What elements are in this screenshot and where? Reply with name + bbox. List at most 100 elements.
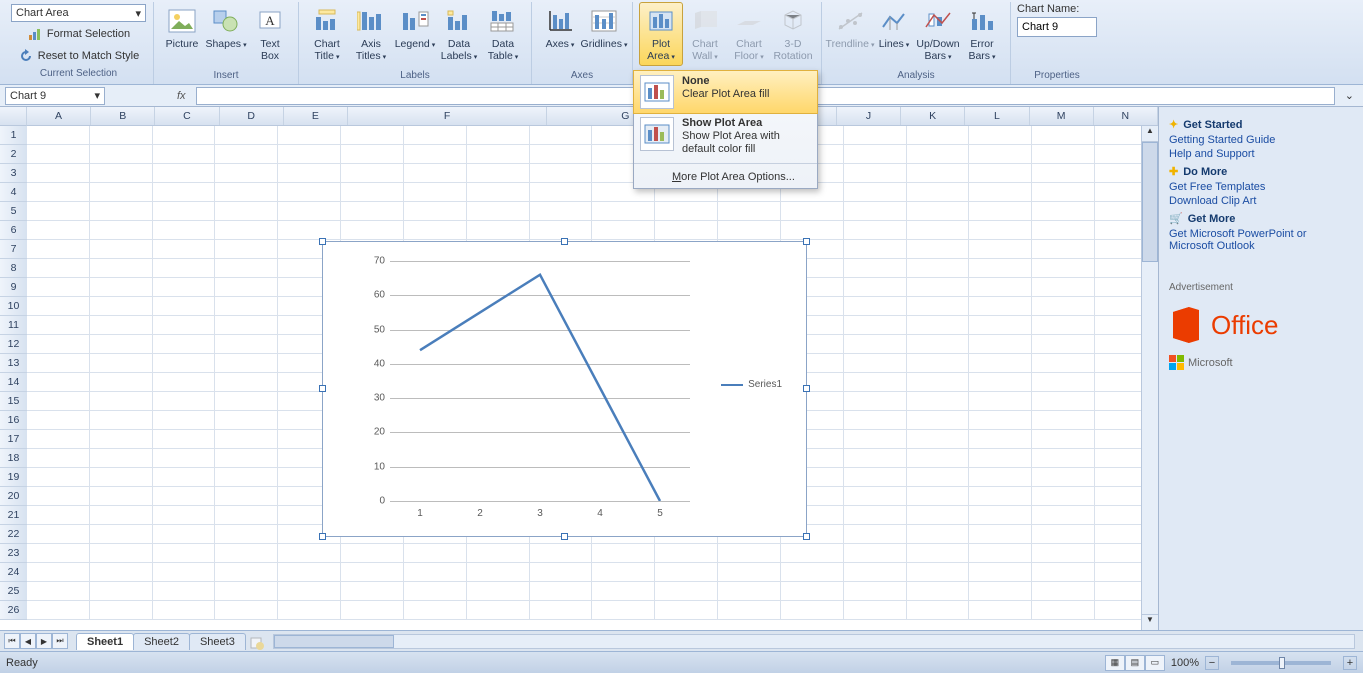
cell[interactable] <box>90 259 153 278</box>
format-selection-button[interactable]: Format Selection <box>25 24 132 44</box>
cell[interactable] <box>969 430 1032 449</box>
cell[interactable] <box>153 240 216 259</box>
cell[interactable] <box>27 221 90 240</box>
sheet-tab[interactable]: Sheet3 <box>189 633 246 650</box>
cell[interactable] <box>907 297 970 316</box>
cell[interactable] <box>153 525 216 544</box>
cell[interactable] <box>153 259 216 278</box>
cell[interactable] <box>341 164 404 183</box>
sheet-tab[interactable]: Sheet2 <box>133 633 190 650</box>
cell[interactable] <box>969 392 1032 411</box>
cell[interactable] <box>341 582 404 601</box>
cell[interactable] <box>969 335 1032 354</box>
cell[interactable] <box>27 392 90 411</box>
cell[interactable] <box>844 563 907 582</box>
sheet-tab[interactable]: Sheet1 <box>76 633 134 650</box>
chart-name-input[interactable] <box>1017 17 1097 37</box>
row-header[interactable]: 2 <box>0 145 27 164</box>
cell[interactable] <box>907 126 970 145</box>
cell[interactable] <box>1032 259 1095 278</box>
cell[interactable] <box>1032 506 1095 525</box>
cell[interactable] <box>1032 297 1095 316</box>
cell[interactable] <box>969 259 1032 278</box>
tp-link-powerpoint[interactable]: Get Microsoft PowerPoint or Microsoft Ou… <box>1169 228 1353 252</box>
row-header[interactable]: 16 <box>0 411 27 430</box>
cell[interactable] <box>27 582 90 601</box>
cell[interactable] <box>844 392 907 411</box>
axes-button[interactable]: Axes <box>538 2 582 66</box>
cell[interactable] <box>907 335 970 354</box>
cell[interactable] <box>215 297 278 316</box>
cell[interactable] <box>655 582 718 601</box>
cell[interactable] <box>278 221 341 240</box>
cell[interactable] <box>844 221 907 240</box>
cell[interactable] <box>530 164 593 183</box>
cell[interactable] <box>90 373 153 392</box>
cell[interactable] <box>90 335 153 354</box>
cell[interactable] <box>341 544 404 563</box>
cell[interactable] <box>153 297 216 316</box>
cell[interactable] <box>718 221 781 240</box>
col-header[interactable]: M <box>1030 107 1094 125</box>
cell[interactable] <box>844 164 907 183</box>
cell[interactable] <box>467 544 530 563</box>
cell[interactable] <box>844 354 907 373</box>
row-header[interactable]: 15 <box>0 392 27 411</box>
cell[interactable] <box>90 392 153 411</box>
updown-bars-button[interactable]: Up/Down Bars <box>916 2 960 66</box>
cell[interactable] <box>1032 487 1095 506</box>
col-header[interactable]: L <box>965 107 1029 125</box>
cell[interactable] <box>1032 601 1095 620</box>
embedded-chart[interactable]: 01020304050607012345 Series1 <box>322 241 807 537</box>
data-table-button[interactable]: Data Table <box>481 2 525 66</box>
cell[interactable] <box>718 202 781 221</box>
cell[interactable] <box>907 544 970 563</box>
chart-element-combo[interactable]: Chart Area ▾ <box>11 4 146 22</box>
cell[interactable] <box>90 221 153 240</box>
cell[interactable] <box>215 183 278 202</box>
cell[interactable] <box>278 126 341 145</box>
scroll-thumb[interactable] <box>1142 142 1158 262</box>
row-header[interactable]: 23 <box>0 544 27 563</box>
cell[interactable] <box>969 563 1032 582</box>
cell[interactable] <box>844 468 907 487</box>
cell[interactable] <box>907 373 970 392</box>
cell[interactable] <box>90 183 153 202</box>
cell[interactable] <box>844 430 907 449</box>
cell[interactable] <box>844 240 907 259</box>
row-header[interactable]: 20 <box>0 487 27 506</box>
cell[interactable] <box>969 601 1032 620</box>
cell[interactable] <box>90 487 153 506</box>
cell[interactable] <box>404 183 467 202</box>
cell[interactable] <box>907 392 970 411</box>
cell[interactable] <box>969 411 1032 430</box>
cell[interactable] <box>215 126 278 145</box>
cell[interactable] <box>153 221 216 240</box>
cell[interactable] <box>27 202 90 221</box>
cell[interactable] <box>907 259 970 278</box>
more-plot-area-options[interactable]: MMore Plot Area Options...ore Plot Area … <box>634 166 817 188</box>
cell[interactable] <box>27 240 90 259</box>
cell[interactable] <box>90 316 153 335</box>
cell[interactable] <box>907 430 970 449</box>
cell[interactable] <box>969 202 1032 221</box>
zoom-in-button[interactable]: + <box>1343 656 1357 670</box>
row-header[interactable]: 1 <box>0 126 27 145</box>
cell[interactable] <box>153 563 216 582</box>
cell[interactable] <box>530 582 593 601</box>
cell[interactable] <box>215 601 278 620</box>
cell[interactable] <box>341 601 404 620</box>
gridlines-button[interactable]: Gridlines <box>582 2 626 66</box>
cell[interactable] <box>278 582 341 601</box>
cell[interactable] <box>215 392 278 411</box>
cell[interactable] <box>90 601 153 620</box>
cell[interactable] <box>90 449 153 468</box>
col-header[interactable]: E <box>284 107 348 125</box>
cell[interactable] <box>90 506 153 525</box>
cell[interactable] <box>90 278 153 297</box>
cell[interactable] <box>655 563 718 582</box>
row-header[interactable]: 3 <box>0 164 27 183</box>
row-header[interactable]: 13 <box>0 354 27 373</box>
cell[interactable] <box>530 183 593 202</box>
cell[interactable] <box>969 525 1032 544</box>
